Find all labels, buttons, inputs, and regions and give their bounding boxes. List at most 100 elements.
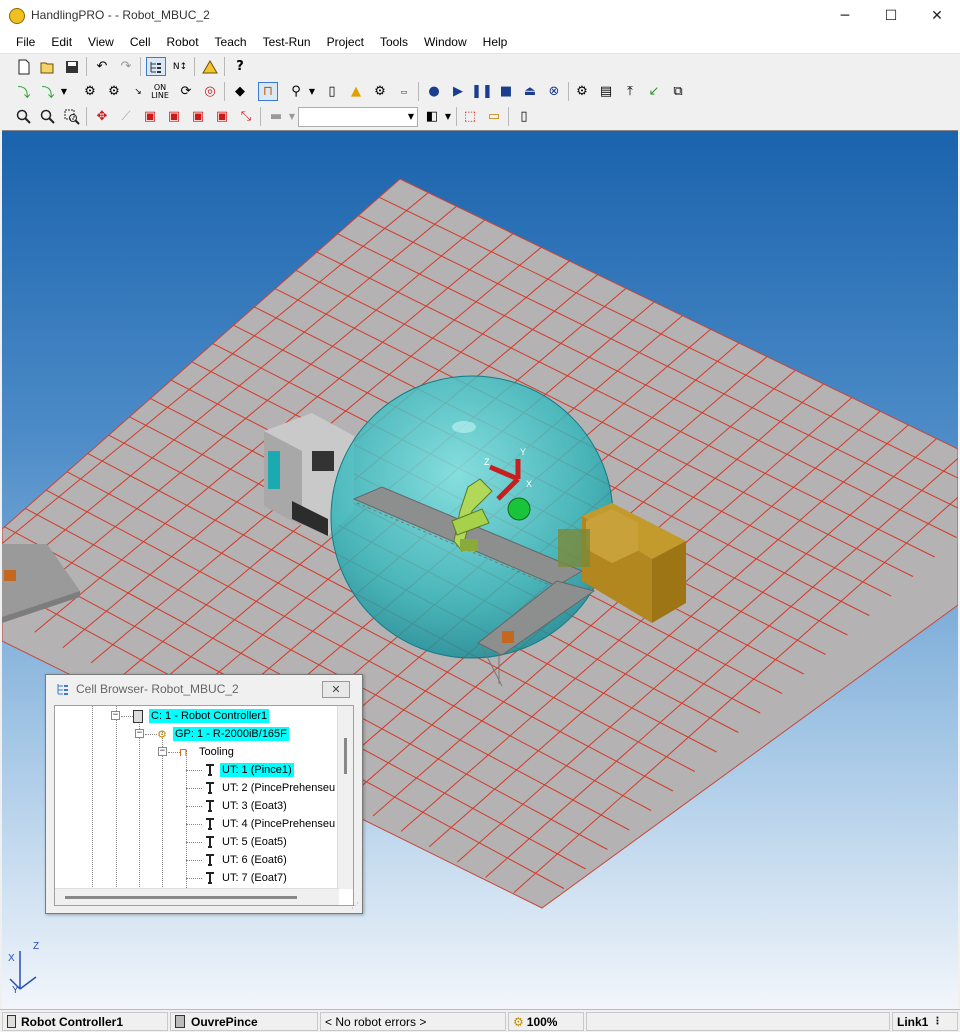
menu-view[interactable]: View	[80, 32, 122, 52]
new-file-icon[interactable]	[14, 57, 34, 76]
undo-icon[interactable]: ↶	[92, 57, 112, 76]
numbering-icon[interactable]: N↕	[170, 57, 190, 76]
maximize-button[interactable]: ☐	[868, 0, 914, 31]
view-select-dropdown[interactable]: ▼	[298, 107, 418, 127]
view-fit-icon[interactable]: ⤡	[236, 107, 256, 126]
ruler-icon[interactable]: ▭	[484, 107, 504, 126]
tree-item-tooling[interactable]: ⊓ Tooling	[179, 743, 236, 761]
online-icon[interactable]: ON LINE	[150, 82, 170, 101]
menu-robot[interactable]: Robot	[159, 32, 207, 52]
machine-dark-panel	[312, 451, 334, 471]
play-icon[interactable]: ▶	[448, 82, 468, 101]
menu-help[interactable]: Help	[475, 32, 516, 52]
tool-path-dropdown-icon[interactable]: ▼	[306, 82, 318, 101]
menu-project[interactable]: Project	[319, 32, 372, 52]
utool-icon	[205, 872, 215, 884]
shading-dropdown-icon[interactable]: ▼	[442, 107, 454, 126]
warning-tool-icon[interactable]	[200, 57, 220, 76]
alarm-icon[interactable]: ▲	[346, 82, 366, 101]
joint-display-icon[interactable]: ▭	[394, 82, 414, 101]
vertical-scroll-thumb[interactable]	[344, 738, 347, 774]
open-folder-icon[interactable]	[38, 57, 58, 76]
stop-icon[interactable]: ■	[496, 82, 516, 101]
mouse-mode-icon[interactable]: ▯	[514, 107, 534, 126]
zoom-out-icon[interactable]	[38, 107, 58, 126]
upload-icon[interactable]: ⤒	[620, 82, 640, 101]
horizontal-scroll-thumb[interactable]	[65, 896, 297, 899]
menu-file[interactable]: File	[8, 32, 43, 52]
help-icon[interactable]: ?	[230, 57, 250, 76]
gripper-toggle-icon[interactable]: ⊓	[258, 82, 278, 101]
wireframe-cube-icon[interactable]: ⬚	[460, 107, 480, 126]
cycle-icon[interactable]: ⟳	[176, 82, 196, 101]
cell-browser-toggle-icon[interactable]	[146, 57, 166, 76]
view-front-icon[interactable]: ▣	[140, 107, 160, 126]
utool-icon	[205, 800, 215, 812]
minimize-button[interactable]: ─	[822, 0, 868, 31]
download-icon[interactable]: ↙	[644, 82, 664, 101]
utool-icon	[205, 782, 215, 794]
tree-item-utool-6[interactable]: UT: 6 (Eoat6)	[205, 851, 289, 869]
view-iso-icon[interactable]: ▣	[212, 107, 232, 126]
abort-icon[interactable]: ⊗	[544, 82, 564, 101]
menu-tools[interactable]: Tools	[372, 32, 416, 52]
status-bar: Robot Controller1 OuvrePince < No robot …	[0, 1009, 960, 1032]
save-icon[interactable]	[62, 57, 82, 76]
tree-item-utool-2[interactable]: UT: 2 (PincePrehenseu	[205, 779, 337, 797]
tree-item-controller[interactable]: C: 1 - Robot Controller1	[133, 707, 270, 725]
menu-window[interactable]: Window	[416, 32, 475, 52]
menu-test-run[interactable]: Test-Run	[255, 32, 319, 52]
menu-cell[interactable]: Cell	[122, 32, 159, 52]
shading-icon[interactable]: ◧	[422, 107, 442, 126]
cell-browser-horizontal-scrollbar[interactable]	[55, 888, 339, 905]
view-side-icon[interactable]: ▣	[164, 107, 184, 126]
cell-browser-titlebar[interactable]: Cell Browser- Robot_MBUC_2 ✕	[46, 675, 362, 701]
robot-arm-icon[interactable]: ⚙	[370, 82, 390, 101]
menu-teach[interactable]: Teach	[207, 32, 255, 52]
camera-icon[interactable]: ▬	[266, 107, 286, 126]
tree-item-utool-5[interactable]: UT: 5 (Eoat5)	[205, 833, 289, 851]
tree-view-icon	[56, 682, 70, 699]
measure-icon[interactable]: ⟋	[116, 107, 136, 126]
tree-item-utool-7[interactable]: UT: 7 (Eoat7)	[205, 869, 289, 887]
tool-path-icon[interactable]: ⚲	[286, 82, 306, 101]
tree-item-utool-1[interactable]: UT: 1 (Pince1)	[205, 761, 294, 779]
cell-browser-panel[interactable]: Cell Browser- Robot_MBUC_2 ✕ − C: 1 - Ro…	[45, 674, 363, 914]
robot-run-icon[interactable]: ⚙	[572, 82, 592, 101]
menu-edit[interactable]: Edit	[43, 32, 80, 52]
file-copy-icon[interactable]: ⧉	[668, 82, 688, 101]
part-icon[interactable]: ◆	[230, 82, 250, 101]
record-icon[interactable]: ●	[424, 82, 444, 101]
zoom-window-icon[interactable]	[62, 107, 82, 126]
dropdown-arrow-icon[interactable]: ▼	[58, 82, 70, 101]
robot-speed-icon: ⚙	[513, 1014, 524, 1029]
cell-browser-close-button[interactable]: ✕	[322, 681, 350, 698]
title-bar: HandlingPRO - - Robot_MBUC_2 ─ ☐ ✕	[0, 0, 960, 31]
tool-frame-x-label: X	[526, 479, 532, 489]
tcp-icon[interactable]: ↘	[128, 82, 148, 101]
expand-tooling-icon[interactable]: −	[158, 747, 167, 756]
cell-browser-vertical-scrollbar[interactable]	[337, 706, 353, 889]
close-button[interactable]: ✕	[914, 0, 960, 31]
tree-item-motion-group[interactable]: ⚙ GP: 1 - R-2000iB/165F	[157, 725, 289, 743]
frame-display-icon[interactable]: ▤	[596, 82, 616, 101]
target-icon[interactable]: ◎	[200, 82, 220, 101]
expand-controller-icon[interactable]: −	[111, 711, 120, 720]
robot-settings-icon[interactable]: ⚙	[104, 82, 124, 101]
expand-group-icon[interactable]: −	[135, 729, 144, 738]
redo-icon[interactable]: ↷	[116, 57, 136, 76]
tree-item-utool-3[interactable]: UT: 3 (Eoat3)	[205, 797, 289, 815]
eject-icon[interactable]: ⏏	[520, 82, 540, 101]
teach-point-icon[interactable]: ⤵	[14, 82, 34, 101]
resize-grip-icon[interactable]: ⋰	[351, 901, 359, 910]
tree-item-utool-4[interactable]: UT: 4 (PincePrehenseu	[205, 815, 337, 833]
pan-icon[interactable]: ✥	[92, 107, 112, 126]
program-icon[interactable]: ⚙	[80, 82, 100, 101]
view-top-icon[interactable]: ▣	[188, 107, 208, 126]
teach-pendant-icon[interactable]: ▯	[322, 82, 342, 101]
pause-icon[interactable]: ❚❚	[471, 82, 493, 101]
cell-browser-tree[interactable]: − C: 1 - Robot Controller1 − ⚙ GP: 1 - R…	[54, 705, 354, 906]
teach-point-dropdown-icon[interactable]: ⤵	[38, 82, 58, 101]
zoom-in-icon[interactable]	[14, 107, 34, 126]
camera-dropdown-icon[interactable]: ▼	[286, 107, 298, 126]
